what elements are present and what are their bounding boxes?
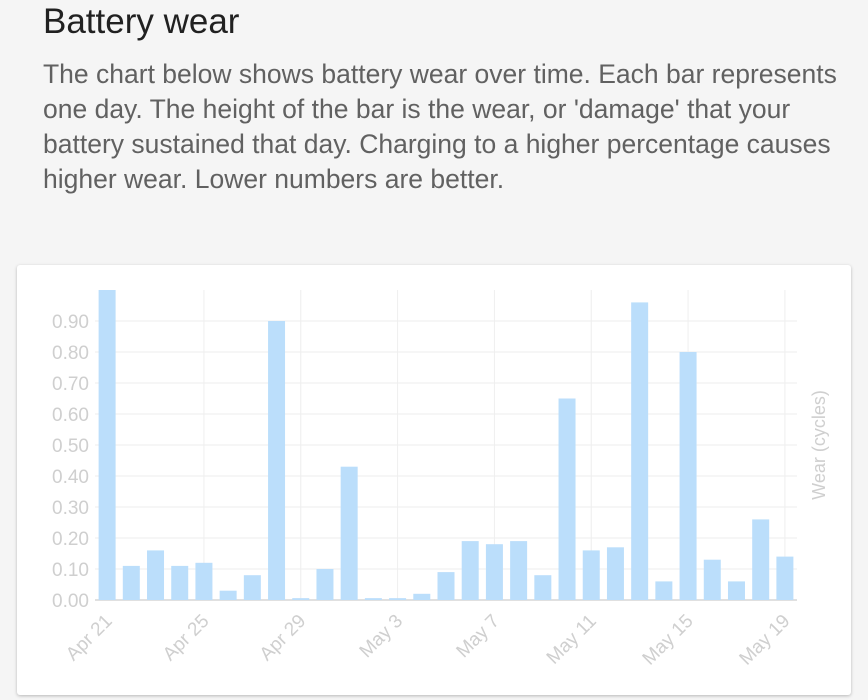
y-tick-label: 0.60 [52,405,89,426]
bar-apr-24[interactable] [171,565,189,600]
x-tick-label: May 15 [639,611,698,670]
bar-apr-25[interactable] [195,562,213,600]
bar-apr-27[interactable] [243,575,261,600]
bar-may-17[interactable] [727,581,745,600]
bar-may-18[interactable] [752,519,770,600]
y-tick-label: 0.20 [52,529,89,550]
x-tick-label: Apr 25 [159,611,213,665]
x-tick-label: May 11 [543,611,601,669]
x-tick-label: Apr 21 [62,611,116,665]
bar-may-4[interactable] [413,593,431,600]
bar-may-8[interactable] [510,541,528,600]
bar-may-5[interactable] [437,572,455,600]
y-axis-title: Wear (cycles) [809,390,829,500]
y-tick-label: 0.80 [52,343,89,364]
bar-may-14[interactable] [655,581,673,600]
bar-may-9[interactable] [534,575,552,600]
bar-apr-21[interactable] [98,290,116,600]
x-tick-label: Apr 29 [256,611,310,665]
bar-may-2[interactable] [364,598,382,600]
page-title: Battery wear [43,2,240,41]
x-tick-label: May 3 [356,611,407,662]
bar-may-16[interactable] [703,559,721,600]
bar-may-10[interactable] [558,398,576,601]
x-tick-label: May 7 [453,611,504,662]
bar-may-1[interactable] [340,466,358,600]
y-tick-label: 0.50 [52,436,89,457]
bar-may-11[interactable] [582,550,600,600]
bar-apr-28[interactable] [268,321,286,600]
y-tick-label: 0.40 [52,467,89,488]
y-tick-label: 0.30 [52,498,89,519]
chart-description: The chart below shows battery wear over … [43,59,837,194]
y-tick-label: 0.90 [52,312,89,333]
bar-apr-26[interactable] [219,590,237,600]
bar-may-19[interactable] [776,556,794,600]
bar-apr-23[interactable] [147,550,165,600]
y-tick-label: 0.70 [52,374,89,395]
x-tick-label: May 19 [736,611,795,670]
bar-apr-29[interactable] [292,598,310,600]
bar-may-3[interactable] [389,598,407,600]
battery-wear-chart: 0.00 0.10 0.20 0.30 0.40 0.50 0.60 0.70 0.80 0.90… [52,290,829,670]
bar-may-6[interactable] [461,541,479,600]
bar-may-13[interactable] [631,302,649,600]
y-tick-label: 0.10 [52,560,89,581]
bar-apr-30[interactable] [316,569,334,600]
bar-may-12[interactable] [606,547,624,600]
y-tick-label: 0.00 [52,591,89,612]
bar-may-7[interactable] [485,544,503,600]
bar-apr-22[interactable] [122,565,140,600]
bar-may-15[interactable] [679,352,697,600]
chart-card: 0.00 0.10 0.20 0.30 0.40 0.50 0.60 0.70 0.80 0.90… [17,265,851,695]
